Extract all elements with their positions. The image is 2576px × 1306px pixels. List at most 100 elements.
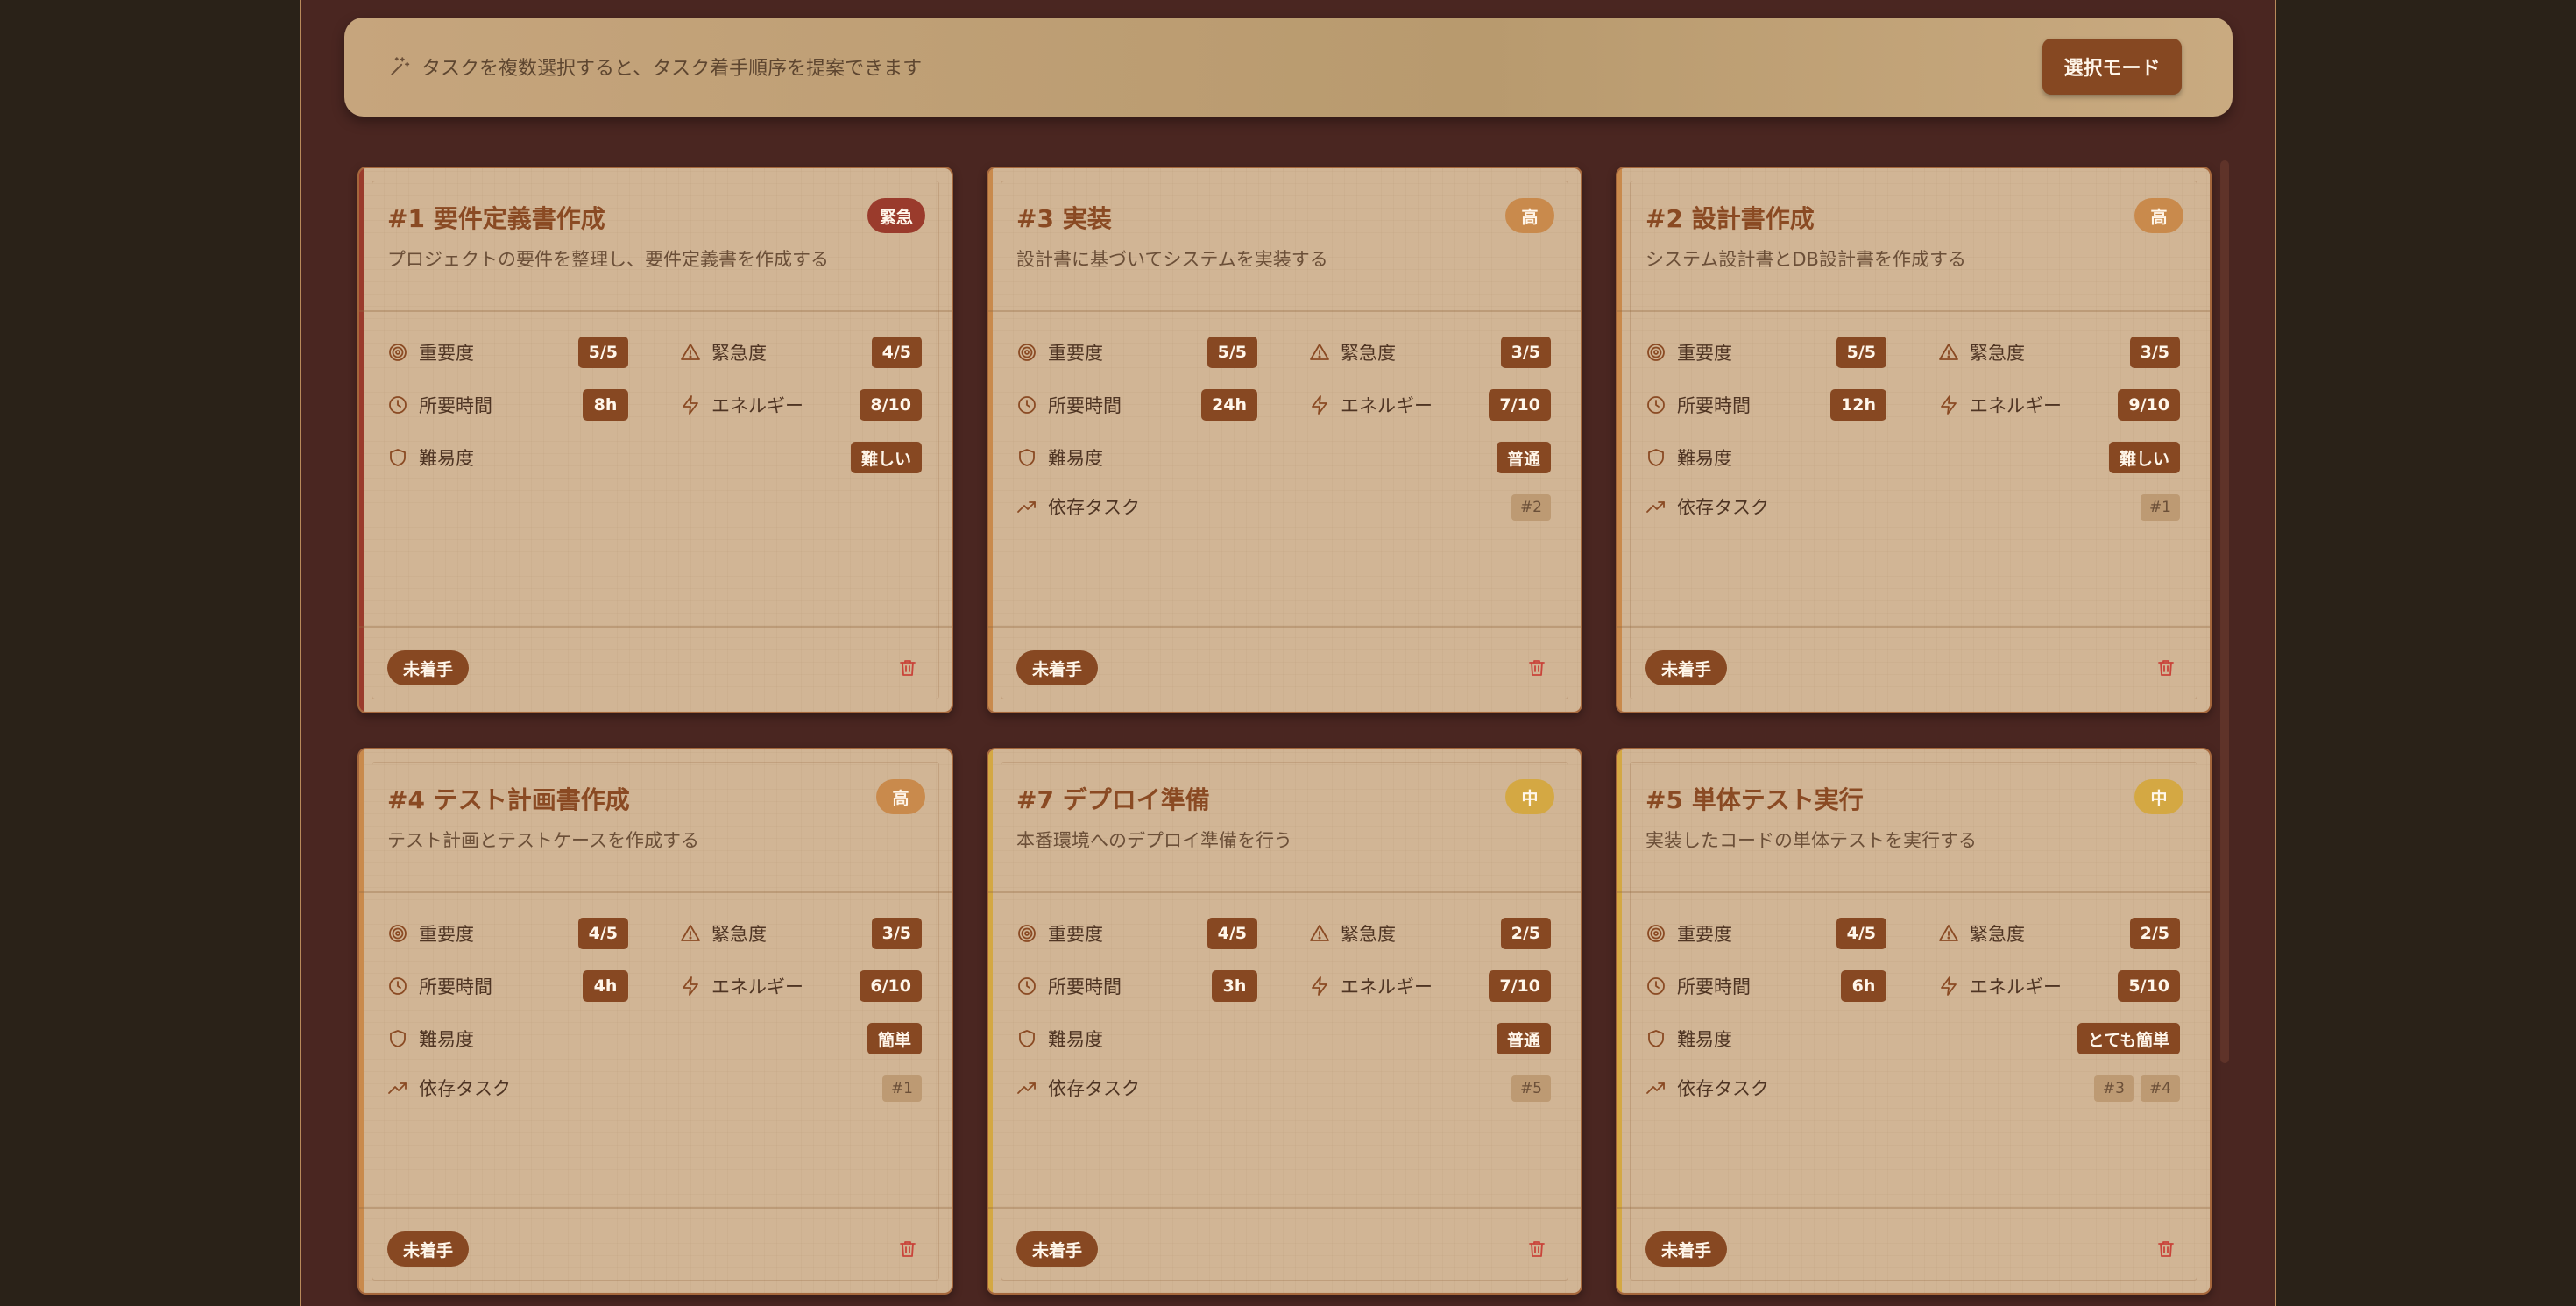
clock-icon	[1018, 977, 1036, 995]
importance-stat: 重要度 5/5	[387, 337, 628, 368]
scrollbar[interactable]	[2220, 160, 2229, 1063]
dependencies-label: 依存タスク	[1677, 497, 1769, 518]
sparkle-wand-icon	[391, 57, 410, 75]
urgency-stat-label: 緊急度	[711, 343, 767, 364]
energy-stat-label: エネルギー	[1341, 976, 1433, 997]
importance-stat-value: 4/5	[1207, 918, 1257, 949]
divider	[1617, 626, 2210, 628]
divider	[988, 310, 1581, 312]
difficulty-stat-label: 難易度	[1677, 448, 1732, 469]
trash-icon[interactable]	[2155, 1239, 2176, 1260]
shield-icon	[1648, 1030, 1664, 1047]
warning-triangle-icon	[1939, 925, 1958, 941]
status-badge[interactable]: 未着手	[1016, 650, 1099, 685]
clock-icon	[389, 977, 407, 995]
difficulty-stat: 難易度 難しい	[1645, 442, 2180, 473]
duration-stat-value: 4h	[583, 970, 628, 1002]
duration-stat: 所要時間 12h	[1645, 389, 1886, 421]
shield-icon	[390, 1030, 406, 1047]
trash-icon[interactable]	[1526, 1239, 1547, 1260]
task-card[interactable]: #2 設計書作成 高システム設計書とDB設計書を作成する 重要度 5/5 緊急度 3/5 所…	[1616, 167, 2212, 713]
task-title: #1 要件定義書作成	[387, 204, 605, 233]
task-description: 実装したコードの単体テストを実行する	[1645, 830, 1977, 851]
status-badge[interactable]: 未着手	[1645, 1231, 1728, 1267]
priority-badge: 高	[2134, 198, 2183, 233]
duration-stat: 所要時間 4h	[387, 970, 628, 1002]
urgency-stat-value: 2/5	[1500, 918, 1551, 949]
dependency-tag[interactable]: #1	[2140, 494, 2180, 521]
trash-icon[interactable]	[1526, 657, 1547, 678]
duration-stat-label: 所要時間	[1048, 976, 1122, 997]
status-badge[interactable]: 未着手	[1016, 1231, 1099, 1267]
dependency-tag[interactable]: #4	[2140, 1075, 2180, 1102]
task-card[interactable]: #3 実装 高設計書に基づいてシステムを実装する 重要度 5/5 緊急度 3/5 所要時間 2…	[987, 167, 1582, 713]
task-title: #7 デプロイ準備	[1016, 785, 1210, 814]
task-card[interactable]: #5 単体テスト実行 中実装したコードの単体テストを実行する 重要度 4/5 緊急度 2/…	[1616, 748, 2212, 1295]
task-card[interactable]: #7 デプロイ準備 中本番環境へのデプロイ準備を行う 重要度 4/5 緊急度 2/5 所要時…	[987, 748, 1582, 1295]
energy-stat: エネルギー 7/10	[1309, 970, 1551, 1002]
duration-stat: 所要時間 24h	[1016, 389, 1257, 421]
urgency-stat-label: 緊急度	[1970, 924, 2025, 945]
importance-stat-value: 5/5	[1836, 337, 1886, 368]
trash-icon[interactable]	[897, 1239, 918, 1260]
dependency-list: #5	[1511, 1075, 1551, 1102]
task-card[interactable]: #4 テスト計画書作成 高テスト計画とテストケースを作成する 重要度 4/5 緊急度 3/…	[357, 748, 953, 1295]
priority-accent-bar	[988, 749, 993, 1293]
divider	[359, 891, 952, 893]
urgency-stat-value: 3/5	[2129, 337, 2180, 368]
task-title: #4 テスト計画書作成	[387, 785, 630, 814]
divider	[359, 310, 952, 312]
importance-stat: 重要度 5/5	[1645, 337, 1886, 368]
dependencies-stat: 依存タスク #1	[1645, 491, 2180, 522]
task-title: #3 実装	[1016, 204, 1112, 233]
dependencies-stat: 依存タスク #1	[387, 1072, 922, 1104]
energy-stat-label: エネルギー	[711, 976, 803, 997]
priority-accent-bar	[1617, 749, 1622, 1293]
target-icon	[389, 344, 407, 361]
energy-stat-value: 6/10	[860, 970, 922, 1002]
dependencies-label: 依存タスク	[419, 1078, 511, 1099]
task-card[interactable]: #1 要件定義書作成 緊急 プロジェクトの要件を整理し、要件定義書を作成する 重要度 5…	[357, 167, 953, 713]
lightning-icon	[683, 976, 698, 996]
task-description: プロジェクトの要件を整理し、要件定義書を作成する	[387, 249, 829, 270]
divider	[359, 1207, 952, 1209]
trash-icon[interactable]	[897, 657, 918, 678]
energy-stat-label: エネルギー	[1970, 976, 2062, 997]
divider	[988, 1207, 1581, 1209]
energy-stat-label: エネルギー	[711, 395, 803, 416]
dependency-tag[interactable]: #1	[881, 1075, 922, 1102]
status-badge[interactable]: 未着手	[1645, 650, 1728, 685]
difficulty-stat: 難易度 簡単	[387, 1023, 922, 1054]
lightning-icon	[1941, 976, 1957, 996]
lightning-icon	[1312, 395, 1327, 415]
banner-text: タスクを複数選択すると、タスク着手順序を提案できます	[421, 58, 923, 80]
task-title: #5 単体テスト実行	[1645, 785, 1864, 814]
dependency-tag[interactable]: #5	[1511, 1075, 1551, 1102]
divider	[988, 626, 1581, 628]
dependencies-label: 依存タスク	[1677, 1078, 1769, 1099]
dependency-tag[interactable]: #2	[1511, 494, 1551, 521]
importance-stat-label: 重要度	[1048, 924, 1103, 945]
clock-icon	[1647, 977, 1665, 995]
trending-up-icon	[1017, 1082, 1036, 1094]
duration-stat-value: 8h	[583, 389, 628, 421]
importance-stat-label: 重要度	[419, 924, 474, 945]
status-badge[interactable]: 未着手	[387, 1231, 470, 1267]
dependency-tag[interactable]: #3	[2093, 1075, 2134, 1102]
dependencies-stat: 依存タスク #5	[1016, 1072, 1551, 1104]
selection-mode-button[interactable]: 選択モード	[2042, 39, 2182, 95]
priority-accent-bar	[359, 168, 364, 712]
urgency-stat: 緊急度 2/5	[1938, 918, 2180, 949]
task-description: 設計書に基づいてシステムを実装する	[1016, 249, 1328, 270]
status-badge[interactable]: 未着手	[387, 650, 470, 685]
difficulty-stat-label: 難易度	[419, 448, 474, 469]
task-title: #2 設計書作成	[1645, 204, 1815, 233]
warning-triangle-icon	[1310, 344, 1329, 360]
warning-triangle-icon	[1310, 925, 1329, 941]
dependencies-label: 依存タスク	[1048, 497, 1140, 518]
trash-icon[interactable]	[2155, 657, 2176, 678]
urgency-stat: 緊急度 3/5	[680, 918, 922, 949]
urgency-stat: 緊急度 3/5	[1938, 337, 2180, 368]
difficulty-stat-label: 難易度	[1677, 1029, 1732, 1050]
target-icon	[1018, 925, 1036, 942]
